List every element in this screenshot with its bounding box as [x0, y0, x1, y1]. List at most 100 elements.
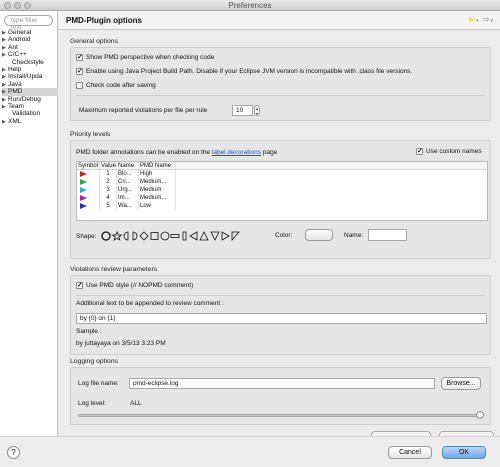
sidebar-item-pmd[interactable]: ▶ PMD: [2, 88, 58, 96]
sidebar-item-label: Validation: [12, 110, 41, 118]
priority-symbol-cell: [77, 202, 100, 210]
priority-value-cell: 3: [100, 186, 117, 194]
use-pmd-style-checkbox[interactable]: Use PMD style (// NOPMD comment): [76, 281, 193, 289]
checkbox-checked-icon: [76, 67, 83, 75]
priority-name-cell: Blo...: [117, 170, 139, 178]
square-shape-icon: [150, 232, 159, 240]
label-decorations-link[interactable]: label decorations: [212, 149, 261, 156]
logging-options-group: Logging options Log file name: pmd-eclip…: [70, 358, 491, 425]
sidebar-item-label: C/C++: [8, 51, 27, 59]
half-circle-right-icon: [132, 231, 138, 241]
sidebar-item-general[interactable]: ▶ General: [2, 29, 58, 36]
checkbox-checked-icon: [416, 147, 423, 155]
column-header[interactable]: Name: [117, 162, 139, 169]
priority-symbol-cell: [77, 194, 100, 202]
shape-options[interactable]: [100, 231, 251, 241]
sidebar-item-label: Java: [8, 80, 22, 88]
log-file-input[interactable]: pmd-eclipse.log: [129, 378, 435, 389]
sidebar-item-validation[interactable]: Validation: [2, 110, 58, 117]
color-picker-button[interactable]: [305, 229, 333, 241]
slider-knob[interactable]: [476, 411, 484, 419]
page-title: PMD-Plugin options: [66, 16, 142, 25]
priority-value-cell: 5: [100, 202, 117, 210]
priority-name-input[interactable]: [368, 229, 407, 241]
half-circle-left-icon: [123, 231, 129, 241]
column-header[interactable]: Symbol: [77, 162, 100, 169]
priority-pmd-name-cell: High: [139, 170, 176, 178]
help-icon[interactable]: ?: [7, 446, 20, 459]
log-level-label: Log level:: [78, 400, 106, 407]
history-nav[interactable]: ⇦▾ ⇨▾: [468, 15, 494, 24]
sidebar-item-help[interactable]: ▶ Help: [2, 66, 58, 73]
triangle-left-icon: [188, 231, 198, 241]
sample-label: Sample :: [76, 328, 102, 335]
priority-table[interactable]: Symbol Value Name PMD Name 1 Blo... High 2 C…: [76, 161, 488, 221]
max-violations-stepper[interactable]: ▴ ▾: [254, 105, 260, 116]
general-options-box: Show PMD perspective when checking code …: [70, 47, 491, 121]
priority-triangle-icon: [80, 194, 87, 201]
sidebar-item-ant[interactable]: ▶ Ant: [2, 44, 58, 51]
column-header[interactable]: Value: [100, 162, 117, 169]
log-level-value: ALL: [130, 400, 142, 407]
use-custom-names-checkbox[interactable]: Use custom names: [416, 147, 482, 155]
priority-levels-group: Priority levels PMD folder annotations c…: [70, 131, 491, 259]
sidebar-item-checkstyle[interactable]: Checkstyle: [2, 59, 58, 66]
check-after-saving-checkbox[interactable]: Check code after saving: [76, 82, 156, 89]
name-label: Name:: [344, 232, 364, 239]
table-row[interactable]: 1 Blo... High: [77, 170, 487, 178]
ok-button[interactable]: OK: [442, 446, 486, 459]
table-row[interactable]: 4 Im... Medium...: [77, 194, 487, 202]
additional-text-label: Additional text to be appended to review…: [76, 300, 224, 307]
additional-text-input[interactable]: by {0} on {1}: [76, 313, 487, 324]
sidebar-item-install-upda[interactable]: ▶ Install/Upda: [2, 73, 58, 80]
table-row[interactable]: 3 Urg... Medium: [77, 186, 487, 194]
sidebar-item-c-c-[interactable]: ▶ C/C++: [2, 51, 58, 58]
sidebar-item-android[interactable]: ▶ Android: [2, 36, 58, 43]
sidebar-item-team[interactable]: ▶ Team: [2, 103, 58, 110]
violations-review-group: Violations review parameters Use PMD sty…: [70, 266, 491, 355]
priority-triangle-icon: [80, 170, 87, 177]
column-header[interactable]: PMD Name: [139, 162, 176, 169]
cancel-button[interactable]: Cancel: [388, 446, 432, 459]
table-row[interactable]: 2 Cri... Medium...: [77, 178, 487, 186]
window-titlebar: Preferences: [0, 0, 500, 11]
main-panel: PMD-Plugin options ⇦▾ ⇨▾ General options…: [59, 11, 500, 437]
max-violations-input[interactable]: 10: [232, 105, 253, 116]
priority-levels-box: PMD folder annotations can be enabled on…: [70, 140, 491, 259]
priority-pmd-name-cell: Medium...: [139, 194, 176, 202]
back-arrow-icon[interactable]: ⇦: [468, 15, 476, 24]
sidebar-item-run-debug[interactable]: ▶ Run/Debug: [2, 96, 58, 103]
sidebar-item-java[interactable]: ▶ Java: [2, 81, 58, 88]
shape-label: Shape:: [76, 232, 97, 240]
logging-options-box: Log file name: pmd-eclipse.log Browse...…: [70, 367, 491, 425]
tall-rect-icon: [182, 231, 187, 241]
build-path-checkbox[interactable]: Enable using Java Project Build Path. Di…: [76, 67, 412, 75]
sidebar-item-label: Checkstyle: [12, 58, 44, 66]
priority-value-cell: 4: [100, 194, 117, 202]
show-perspective-checkbox[interactable]: Show PMD perspective when checking code: [76, 53, 214, 61]
max-violations-label: Maximum reported violations per file per…: [79, 107, 208, 114]
sidebar-item-label: Help: [8, 65, 22, 73]
priority-levels-title: Priority levels: [70, 131, 111, 138]
sidebar-item-label: General: [8, 29, 32, 36]
table-row[interactable]: 5 Wa... Low: [77, 202, 487, 210]
checkbox-checked-icon: [76, 53, 83, 61]
annotations-text: PMD folder annotations can be enabled on…: [76, 149, 278, 156]
sidebar-item-label: Install/Upda: [8, 73, 43, 81]
window-title: Preferences: [228, 1, 272, 10]
sidebar-item-label: Android: [8, 36, 31, 44]
log-level-slider[interactable]: [78, 411, 484, 419]
violations-review-box: Use PMD style (// NOPMD comment) Additio…: [70, 275, 491, 355]
checkbox-checked-icon: [76, 281, 83, 289]
preferences-tree: ▶ General ▶ Android ▶ Ant ▶ C/C++ Checkstyle ▶ Hel…: [2, 29, 58, 125]
sidebar-item-label: Ant: [8, 43, 18, 51]
filter-input[interactable]: type filter text: [4, 15, 53, 31]
flat-rect-icon: [170, 234, 180, 238]
circle-outline-icon: [160, 231, 170, 241]
dialog-footer: ? Cancel OK: [0, 436, 500, 467]
log-file-label: Log file name:: [78, 380, 119, 387]
color-label: Color:: [275, 232, 293, 239]
priority-name-cell: Urg...: [117, 186, 139, 194]
sidebar-item-xml[interactable]: ▶ XML: [2, 118, 58, 125]
browse-button[interactable]: Browse...: [441, 377, 481, 390]
